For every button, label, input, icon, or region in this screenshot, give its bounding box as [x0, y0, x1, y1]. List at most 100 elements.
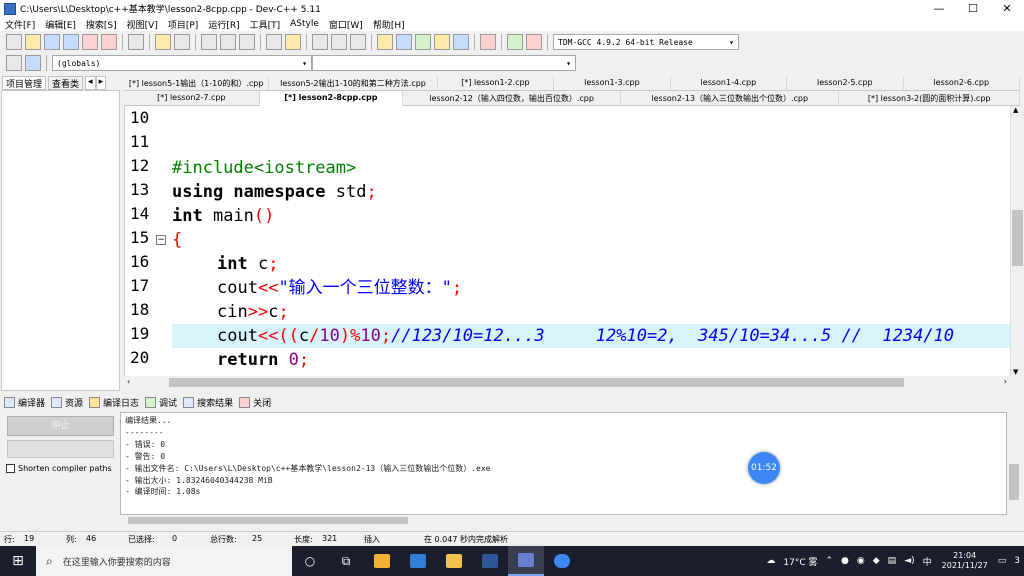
tab-resources[interactable]: 资源 [51, 396, 83, 409]
file-tab[interactable]: lesson2-6.cpp [903, 76, 1020, 91]
scroll-right-icon[interactable]: › [1004, 377, 1007, 386]
chevron-up-icon[interactable]: ⌃ [825, 556, 833, 566]
task-view-icon[interactable]: ⧉ [328, 546, 364, 576]
menu-run[interactable]: 运行[R] [203, 18, 244, 31]
word-icon[interactable] [472, 546, 508, 576]
menu-file[interactable]: 文件[F] [0, 18, 40, 31]
weather-text[interactable]: 17°C 雾 [783, 555, 817, 568]
close-button[interactable]: ✕ [990, 2, 1024, 15]
tab-scroll-right-icon[interactable]: ▸ [95, 76, 107, 90]
notification-icon[interactable]: ▭ [998, 556, 1007, 566]
scope-select[interactable]: (globals) ▾ [52, 55, 312, 71]
taskbar-search[interactable]: ⌕ 在这里输入你要搜索的内容 [36, 546, 292, 576]
tab-search-results[interactable]: 搜索结果 [183, 396, 233, 409]
weather-icon[interactable]: ☁ [766, 556, 775, 566]
close-file-icon[interactable] [82, 34, 98, 50]
ime-indicator[interactable]: 中 [923, 555, 932, 568]
check-syntax-icon[interactable] [453, 34, 469, 50]
tab-compiler[interactable]: 编译器 [4, 396, 45, 409]
toggle-bookmark-icon[interactable] [25, 55, 41, 71]
stop-execution-icon[interactable] [480, 34, 496, 50]
file-tab-active[interactable]: [*] lesson2-8cpp.cpp [259, 91, 404, 106]
fold-toggle-icon[interactable]: − [156, 235, 166, 245]
app-tray-icon[interactable]: ● [841, 556, 849, 566]
menu-window[interactable]: 窗口[W] [324, 18, 368, 31]
save-all-icon[interactable] [63, 34, 79, 50]
find-icon[interactable] [201, 34, 217, 50]
file-tab[interactable]: lesson2-13（输入三位数输出个位数）.cpp [621, 91, 840, 106]
open-file-icon[interactable] [25, 34, 41, 50]
project-panel[interactable] [1, 90, 120, 391]
security-icon[interactable]: ◆ [873, 556, 880, 566]
windows-start-icon[interactable]: ⊞ [0, 546, 36, 576]
redo-icon[interactable] [174, 34, 190, 50]
recording-timer[interactable]: 01:52 [748, 452, 780, 484]
menu-edit[interactable]: 编辑[E] [40, 18, 81, 31]
file-tab[interactable]: [*] lesson3-2(圆的面积计算).cpp [839, 91, 1021, 106]
tab-debug[interactable]: 调试 [145, 396, 177, 409]
editor-horizontal-scrollbar[interactable]: ‹ › [124, 376, 1023, 389]
mail-icon[interactable] [400, 546, 436, 576]
run-icon[interactable] [396, 34, 412, 50]
menu-project[interactable]: 项目[P] [163, 18, 203, 31]
shorten-paths-checkbox[interactable] [6, 464, 15, 473]
member-select[interactable]: ▾ [312, 55, 576, 71]
menu-tools[interactable]: 工具[T] [245, 18, 286, 31]
indent-icon[interactable] [312, 34, 328, 50]
store-icon[interactable] [364, 546, 400, 576]
scroll-up-icon[interactable]: ▲ [1013, 106, 1018, 114]
compile-run-icon[interactable] [415, 34, 431, 50]
log-horizontal-scrollbar[interactable] [120, 515, 1021, 526]
chart-icon[interactable] [507, 34, 523, 50]
editor-vertical-scrollbar[interactable]: ▲ ▼ [1010, 106, 1023, 376]
file-tab[interactable]: lesson1-4.cpp [670, 76, 788, 91]
file-tab[interactable]: [*] lesson5-1输出（1-10的和）.cpp [124, 76, 270, 91]
file-tab[interactable]: lesson2-12（输入四位数，输出百位数）.cpp [403, 91, 622, 106]
file-tab[interactable]: [*] lesson2-7.cpp [124, 91, 260, 106]
scrollbar-thumb[interactable] [169, 378, 904, 387]
menu-astyle[interactable]: AStyle [285, 19, 324, 29]
tab-scroll-left-icon[interactable]: ◂ [85, 76, 96, 90]
insert-icon[interactable] [6, 55, 22, 71]
menu-view[interactable]: 视图[V] [122, 18, 163, 31]
tab-compile-log[interactable]: 编译日志 [89, 396, 139, 409]
scrollbar-thumb[interactable] [1009, 464, 1019, 500]
tab-close[interactable]: 关闭 [239, 396, 271, 409]
unindent-icon[interactable] [331, 34, 347, 50]
tab-classes[interactable]: 查看类 [48, 76, 84, 90]
find-next-icon[interactable] [239, 34, 255, 50]
devcpp-taskbar-icon[interactable] [508, 546, 544, 576]
compile-log[interactable]: 编译结果... -------- - 错误: 0 - 警告: 0 - 输出文件名… [120, 412, 1007, 515]
bookmark-icon[interactable] [285, 34, 301, 50]
scrollbar-thumb[interactable] [1012, 210, 1023, 266]
goto-line-icon[interactable] [266, 34, 282, 50]
tab-project[interactable]: 项目管理 [2, 76, 47, 90]
cortana-icon[interactable]: ○ [292, 546, 328, 576]
menu-search[interactable]: 搜索[S] [81, 18, 122, 31]
file-tab[interactable]: lesson2-5.cpp [787, 76, 904, 91]
minimize-button[interactable]: — [922, 2, 956, 15]
save-icon[interactable] [44, 34, 60, 50]
file-tab[interactable]: lesson1-3.cpp [554, 76, 671, 91]
toggle-comment-icon[interactable] [350, 34, 366, 50]
shorten-paths-option[interactable]: Shorten compiler paths [6, 464, 118, 473]
undo-icon[interactable] [155, 34, 171, 50]
wechat-icon[interactable]: ◉ [857, 556, 865, 566]
abort-button[interactable]: 中止 [7, 416, 114, 436]
rebuild-icon[interactable] [434, 34, 450, 50]
compiler-select[interactable]: TDM-GCC 4.9.2 64-bit Release ▾ [553, 34, 739, 50]
close-all-icon[interactable] [101, 34, 117, 50]
feishu-icon[interactable] [544, 546, 580, 576]
file-explorer-icon[interactable] [436, 546, 472, 576]
log-vertical-scrollbar[interactable] [1007, 412, 1021, 515]
maximize-button[interactable]: ☐ [956, 2, 990, 15]
speaker-icon[interactable]: ◄) [904, 556, 914, 566]
clock[interactable]: 21:04 2021/11/27 [942, 551, 988, 571]
new-file-icon[interactable] [6, 34, 22, 50]
file-tab[interactable]: lesson5-2输出1-10的和第二种方法.cpp [269, 76, 438, 91]
menu-help[interactable]: 帮助[H] [368, 18, 410, 31]
print-icon[interactable] [128, 34, 144, 50]
compile-icon[interactable] [377, 34, 393, 50]
code-editor[interactable]: 10 11 12 13 14 15 − 16 17 18 19 20 #incl… [124, 106, 1010, 376]
network-icon[interactable]: ▤ [888, 556, 897, 566]
